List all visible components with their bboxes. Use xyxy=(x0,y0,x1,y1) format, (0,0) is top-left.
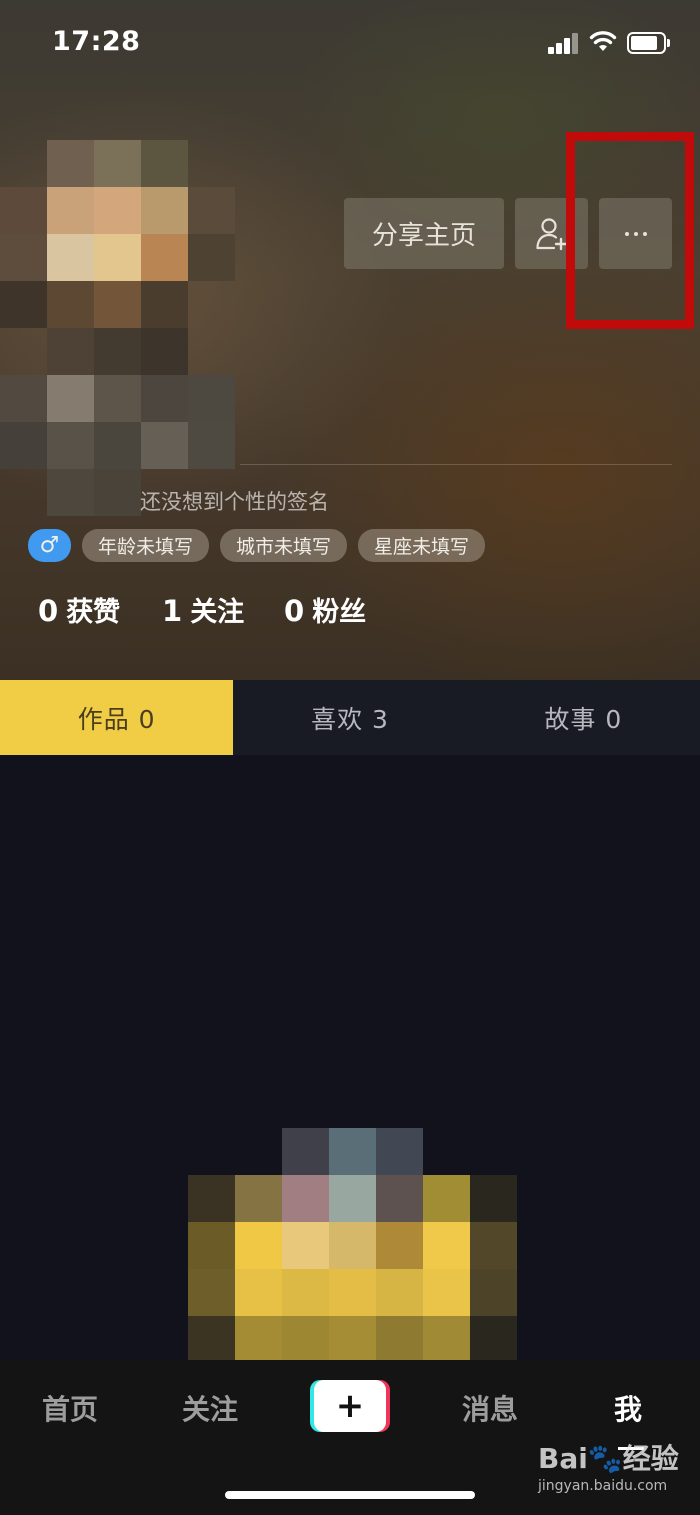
tab-stories[interactable]: 故事 0 xyxy=(467,680,700,755)
profile-header: 17:28 分享主页 还没想到个性的签名 ♂ 年龄未填写 城市未填写 星座未填写… xyxy=(0,0,700,680)
fans-stat[interactable]: 0 粉丝 xyxy=(284,590,366,629)
add-user-icon xyxy=(535,217,567,250)
avatar[interactable] xyxy=(0,140,240,530)
following-stat[interactable]: 1 关注 xyxy=(162,590,244,629)
plus-icon: + xyxy=(314,1380,386,1432)
liked-video-thumbnail[interactable] xyxy=(188,1128,517,1378)
nav-messages[interactable]: 消息 xyxy=(462,1388,518,1428)
constellation-tag[interactable]: 星座未填写 xyxy=(358,529,485,562)
home-indicator[interactable] xyxy=(225,1491,475,1499)
following-label: 关注 xyxy=(190,597,245,628)
create-video-button[interactable]: + xyxy=(310,1380,390,1432)
profile-tabs: 作品 0 喜欢 3 故事 0 xyxy=(0,680,700,755)
nav-follow[interactable]: 关注 xyxy=(182,1388,238,1428)
nav-me[interactable]: 我 xyxy=(614,1388,642,1428)
battery-icon xyxy=(627,32,671,54)
city-tag[interactable]: 城市未填写 xyxy=(220,529,347,562)
tab-likes[interactable]: 喜欢 3 xyxy=(233,680,466,755)
gender-tag: ♂ xyxy=(28,529,71,562)
profile-signature: 还没想到个性的签名 xyxy=(140,490,329,514)
baidu-jingyan-watermark: Bai🐾经验 jingyan.baidu.com xyxy=(538,1437,688,1499)
share-profile-button[interactable]: 分享主页 xyxy=(344,198,504,269)
annotation-highlight-box xyxy=(566,132,694,329)
age-tag[interactable]: 年龄未填写 xyxy=(82,529,209,562)
likes-label: 获赞 xyxy=(66,597,121,628)
tab-works[interactable]: 作品 0 xyxy=(0,680,234,755)
following-count: 1 xyxy=(162,594,183,628)
wifi-icon xyxy=(589,31,617,51)
likes-count: 0 xyxy=(38,594,59,628)
watermark-url: jingyan.baidu.com xyxy=(538,1478,668,1494)
watermark-brand: Bai🐾经验 xyxy=(538,1442,679,1475)
bottom-navigation: 首页 关注 + 消息 我 Bai🐾经验 jingyan.baidu.com xyxy=(0,1360,700,1515)
fans-label: 粉丝 xyxy=(312,597,367,628)
likes-stat[interactable]: 0 获赞 xyxy=(38,590,120,629)
status-time: 17:28 xyxy=(52,26,141,57)
signal-icon xyxy=(548,32,580,54)
divider xyxy=(240,464,672,465)
fans-count: 0 xyxy=(284,594,305,628)
nav-home[interactable]: 首页 xyxy=(42,1388,98,1428)
